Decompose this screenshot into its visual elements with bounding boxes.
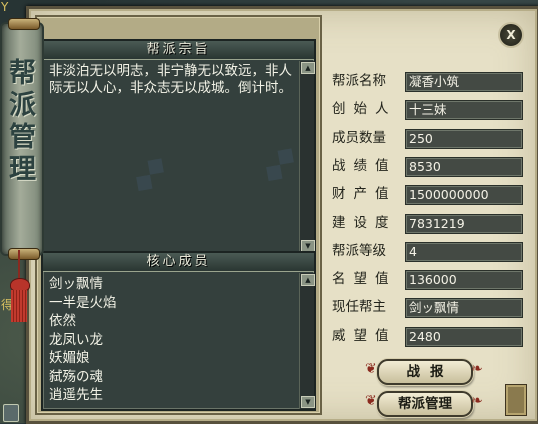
info-label: 创始人 — [332, 101, 397, 118]
manifesto-text: 非淡泊无以明志，非宁静无以致远，非人际无以人心，非众志无以成城。倒计时。 — [49, 63, 292, 96]
tassel-cord — [18, 250, 20, 280]
ornament-icon: ❦ — [365, 361, 377, 377]
members-header: 核心成员 — [43, 253, 314, 272]
info-value: 250 — [405, 128, 523, 149]
info-value: 2480 — [405, 326, 523, 347]
members-panel: 核心成员 剑ッ飘情 一半是火焰 依然 龙凤い龙 妖媚娘 弑殇の魂 逍遥先生 ▲ ▼ — [41, 251, 316, 411]
seal-icon — [505, 384, 527, 416]
left-pane: 帮派宗旨 非淡泊无以明志，非宁静无以致远，非人际无以人心，非众志无以成城。倒计时… — [35, 15, 322, 415]
member-list-item[interactable]: 弑殇の魂 — [49, 368, 292, 387]
tassel-fringe — [11, 290, 27, 322]
members-scrollbar[interactable]: ▲ ▼ — [299, 273, 315, 409]
member-list-item[interactable]: 妖媚娘 — [49, 349, 292, 368]
member-list-item[interactable]: 依然 — [49, 312, 292, 331]
title-banner: 帮派管理 — [0, 18, 44, 260]
scroll-down-icon[interactable]: ▼ — [301, 396, 315, 408]
info-value: 十三妹 — [405, 100, 523, 121]
info-label: 建设度 — [332, 214, 397, 231]
info-label: 威望值 — [332, 327, 397, 344]
members-list: 剑ッ飘情 一半是火焰 依然 龙凤い龙 妖媚娘 弑殇の魂 逍遥先生 — [49, 275, 292, 405]
ornament-icon: ❧ — [471, 393, 483, 409]
banner-knob — [8, 18, 40, 30]
info-label: 帮派名称 — [332, 73, 386, 89]
banner-knob — [8, 248, 40, 260]
info-label: 战绩值 — [332, 157, 397, 174]
ornament-icon: ❦ — [365, 393, 377, 409]
info-value: 1500000000 — [405, 185, 523, 206]
minimap-icon[interactable] — [3, 404, 19, 422]
manifesto-scrollbar[interactable]: ▲ ▼ — [299, 61, 315, 253]
info-label: 名望值 — [332, 271, 397, 288]
info-value: 4 — [405, 241, 523, 262]
battle-report-button[interactable]: 战报 — [377, 359, 473, 385]
member-list-item[interactable]: 剑ッ飘情 — [49, 275, 292, 294]
info-value: 8530 — [405, 156, 523, 177]
info-value: 剑ッ飘情 — [405, 298, 523, 319]
guild-manage-button[interactable]: 帮派管理 — [377, 391, 473, 417]
manifesto-header: 帮派宗旨 — [43, 41, 314, 60]
info-value: 136000 — [405, 270, 523, 291]
manifesto-panel: 帮派宗旨 非淡泊无以明志，非宁静无以致远，非人际无以人心，非众志无以成城。倒计时… — [41, 39, 316, 255]
info-label: 帮派等级 — [332, 242, 386, 259]
scroll-up-icon[interactable]: ▲ — [301, 62, 315, 74]
info-label: 财产值 — [332, 186, 397, 203]
close-button[interactable]: X — [498, 22, 524, 48]
info-value: 7831219 — [405, 213, 523, 234]
members-list-body: 剑ッ飘情 一半是火焰 依然 龙凤い龙 妖媚娘 弑殇の魂 逍遥先生 — [43, 273, 298, 409]
member-list-item[interactable]: 逍遥先生 — [49, 386, 292, 405]
guild-management-window: 帮派宗旨 非淡泊无以明志，非宁静无以致远，非人际无以人心，非众志无以成城。倒计时… — [26, 6, 538, 424]
edge-text-top: Y — [1, 0, 9, 14]
member-list-item[interactable]: 龙凤い龙 — [49, 331, 292, 350]
window-title: 帮派管理 — [4, 58, 35, 186]
scroll-up-icon[interactable]: ▲ — [301, 274, 315, 286]
info-label: 现任帮主 — [332, 299, 386, 316]
member-list-item[interactable]: 一半是火焰 — [49, 294, 292, 313]
ornament-icon: ❧ — [471, 361, 483, 377]
info-label: 成员数量 — [332, 129, 386, 146]
info-value: 凝香小筑 — [405, 72, 523, 92]
